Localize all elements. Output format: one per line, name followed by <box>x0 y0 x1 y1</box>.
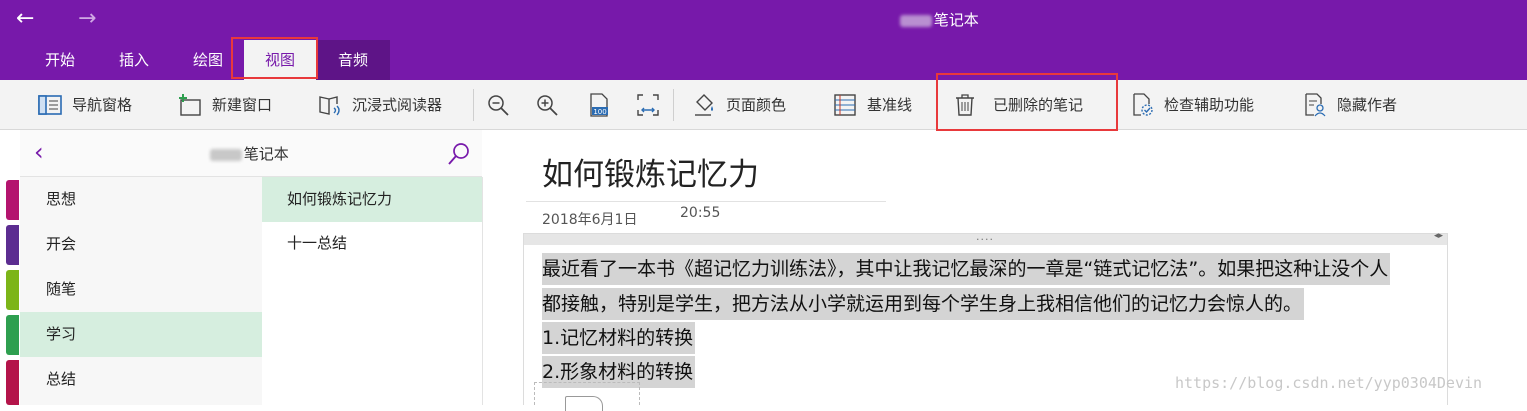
section-color-tab[interactable] <box>6 180 19 220</box>
obscured-name: ███ <box>900 15 932 27</box>
paint-bucket-icon <box>690 91 718 119</box>
section-color-tab[interactable] <box>6 225 19 265</box>
rule-lines-label: 基准线 <box>867 96 913 114</box>
note-text-line[interactable]: 1.记忆材料的转换 <box>542 322 696 354</box>
toolbar-divider <box>673 89 674 121</box>
arrow-right-icon[interactable]: → <box>78 6 96 32</box>
hide-authors-button[interactable]: 隐藏作者 <box>1301 80 1397 129</box>
section-item[interactable]: 思想 <box>20 177 262 222</box>
zoom-out-button[interactable] <box>484 80 520 129</box>
chevron-left-icon[interactable]: ‹ <box>34 140 44 164</box>
page-title[interactable]: 如何锻炼记忆力 <box>542 153 759 197</box>
page-date: 2018年6月1日 <box>542 212 638 228</box>
title-bar: ← → ███笔记本 <box>0 0 1527 40</box>
new-window-icon <box>176 91 204 119</box>
check-accessibility-button[interactable]: 检查辅助功能 <box>1128 80 1254 129</box>
deleted-notes-button[interactable]: 已删除的笔记 <box>951 80 1083 129</box>
deleted-notes-label: 已删除的笔记 <box>993 96 1084 114</box>
nav-pane-button[interactable]: 导航窗格 <box>36 80 132 129</box>
section-item[interactable]: 总结 <box>20 357 262 402</box>
zoom-100-button[interactable]: 100 <box>585 80 621 129</box>
notebook-title: ███笔记本 <box>210 144 289 164</box>
hide-authors-icon <box>1301 91 1329 119</box>
hide-authors-label: 隐藏作者 <box>1337 96 1398 114</box>
ribbon-tabs: 开始 插入 绘图 视图 音频 <box>0 40 1527 80</box>
note-text-line[interactable]: 都接触，特别是学生，把方法从小学就运用到每个学生身上我相信他们的记忆力会惊人的。 <box>542 288 1305 320</box>
trash-icon <box>951 91 979 119</box>
tab-draw[interactable]: 绘图 <box>176 40 240 80</box>
tab-insert[interactable]: 插入 <box>102 40 166 80</box>
immersive-reader-button[interactable]: 沉浸式阅读器 <box>316 80 442 129</box>
zoom-100-text: 100 <box>593 108 606 116</box>
watermark: https://blog.csdn.net/yyp0304Devin <box>1175 374 1483 392</box>
sections-list: 思想 开会 随笔 学习 总结 <box>20 177 262 405</box>
section-color-tab[interactable] <box>6 360 19 405</box>
page-width-button[interactable] <box>634 80 670 129</box>
pages-list: 如何锻炼记忆力 十一总结 <box>262 177 483 405</box>
drag-grip-icon[interactable]: .... <box>976 230 994 243</box>
page-color-label: 页面颜色 <box>726 96 787 114</box>
zoom-out-icon <box>484 91 512 119</box>
immersive-reader-label: 沉浸式阅读器 <box>352 96 443 114</box>
zoom-in-button[interactable] <box>533 80 569 129</box>
arrow-left-icon[interactable]: ← <box>16 6 34 32</box>
page-item[interactable]: 十一总结 <box>262 221 482 266</box>
section-color-tab[interactable] <box>6 315 19 355</box>
tab-view[interactable]: 视图 <box>244 40 316 80</box>
tab-audio[interactable]: 音频 <box>316 40 390 80</box>
page-time: 20:55 <box>680 205 721 221</box>
ribbon-toolbar: 导航窗格 新建窗口 沉浸式阅读器 100 页面颜色 基准线 已删除的笔记 检查辅… <box>0 80 1527 130</box>
resize-handle-icon[interactable]: ◂▸ <box>1434 231 1443 241</box>
obscured-name: ███ <box>210 149 242 161</box>
accessibility-check-icon <box>1128 91 1156 119</box>
section-item-selected[interactable]: 学习 <box>20 312 262 357</box>
check-accessibility-label: 检查辅助功能 <box>1164 96 1255 114</box>
rule-lines-icon <box>831 91 859 119</box>
section-item[interactable]: 开会 <box>20 222 262 267</box>
new-window-button[interactable]: 新建窗口 <box>176 80 272 129</box>
note-text-line[interactable]: 最近看了一本书《超记忆力训练法》，其中让我记忆最深的一章是“链式记忆法”。如果把… <box>542 253 1391 285</box>
search-icon[interactable] <box>446 141 472 167</box>
navigation-pane-icon <box>36 91 64 119</box>
container-handle-bar[interactable]: .... ◂▸ <box>524 230 1447 245</box>
file-attachment[interactable] <box>534 382 640 411</box>
title-divider <box>526 201 886 202</box>
rule-lines-button[interactable]: 基准线 <box>831 80 912 129</box>
tab-home[interactable]: 开始 <box>28 40 92 80</box>
notebook-title-text: 笔记本 <box>243 145 289 163</box>
app-title-text: 笔记本 <box>933 11 979 29</box>
section-item[interactable]: 随笔 <box>20 267 262 312</box>
page-width-icon <box>634 91 662 119</box>
zoom-100-icon: 100 <box>585 91 613 119</box>
page-color-button[interactable]: 页面颜色 <box>690 80 786 129</box>
page-item-selected[interactable]: 如何锻炼记忆力 <box>262 177 482 222</box>
new-window-label: 新建窗口 <box>212 96 273 114</box>
app-title: ███笔记本 <box>900 10 979 30</box>
notebook-header: ‹ ███笔记本 <box>20 130 482 177</box>
file-icon <box>565 396 603 411</box>
nav-pane-label: 导航窗格 <box>72 96 133 114</box>
section-color-tab[interactable] <box>6 270 19 310</box>
toolbar-divider <box>473 89 474 121</box>
zoom-in-icon <box>533 91 561 119</box>
immersive-reader-icon <box>316 91 344 119</box>
